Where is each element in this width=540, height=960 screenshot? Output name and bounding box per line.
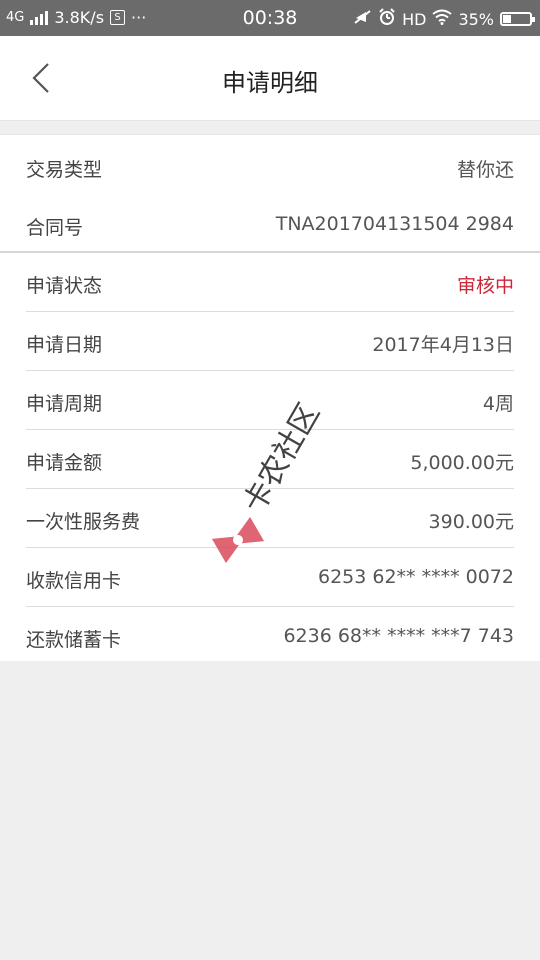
detail-value: 2017年4月13日 bbox=[372, 334, 514, 356]
alarm-icon bbox=[378, 8, 396, 30]
status-bar: 4G 3.8K/s S ··· 00:38 HD 35% bbox=[0, 0, 540, 36]
page-title: 申请明细 bbox=[222, 69, 318, 97]
detail-row-period: 申请周期 4周 bbox=[26, 371, 514, 430]
detail-value: 390.00元 bbox=[428, 511, 514, 533]
detail-label: 申请周期 bbox=[26, 393, 103, 415]
detail-value: TNA201704131504 2984 bbox=[275, 213, 514, 235]
detail-label: 还款储蓄卡 bbox=[26, 629, 122, 651]
nav-header: 申请明细 bbox=[0, 36, 540, 121]
detail-value: 4周 bbox=[482, 393, 514, 415]
detail-label: 申请日期 bbox=[26, 334, 103, 356]
detail-value: 6236 68** **** ***7 743 bbox=[283, 625, 514, 647]
detail-value: 替你还 bbox=[456, 159, 514, 181]
silent-icon bbox=[354, 9, 372, 29]
detail-label: 申请状态 bbox=[26, 275, 103, 297]
detail-value: 5,000.00元 bbox=[410, 452, 514, 474]
detail-label: 收款信用卡 bbox=[26, 570, 122, 592]
detail-row-status: 申请状态 审核中 bbox=[26, 253, 514, 312]
detail-row-credit-card: 收款信用卡 6253 62** **** 0072 bbox=[26, 548, 514, 607]
detail-row-amount: 申请金额 5,000.00元 bbox=[26, 430, 514, 489]
detail-row-debit-card: 还款储蓄卡 6236 68** **** ***7 743 bbox=[26, 607, 514, 665]
detail-label: 一次性服务费 bbox=[26, 511, 141, 533]
wifi-icon bbox=[432, 9, 453, 29]
detail-row-transaction-type: 交易类型 替你还 bbox=[26, 137, 514, 195]
detail-row-date: 申请日期 2017年4月13日 bbox=[26, 312, 514, 371]
detail-row-contract-no: 合同号 TNA201704131504 2984 bbox=[26, 195, 514, 253]
status-value: 审核中 bbox=[456, 275, 514, 297]
battery-percent: 35% bbox=[458, 9, 494, 29]
detail-label: 合同号 bbox=[26, 217, 84, 239]
hd-label: HD bbox=[402, 9, 427, 29]
detail-label: 交易类型 bbox=[26, 159, 103, 181]
battery-icon bbox=[500, 12, 535, 26]
status-right: HD 35% bbox=[354, 8, 535, 30]
detail-value: 6253 62** **** 0072 bbox=[317, 566, 514, 588]
detail-row-service-fee: 一次性服务费 390.00元 bbox=[26, 489, 514, 548]
details-card: 交易类型 替你还 合同号 TNA201704131504 2984 申请状态 审… bbox=[0, 134, 540, 661]
detail-label: 申请金额 bbox=[26, 452, 103, 474]
